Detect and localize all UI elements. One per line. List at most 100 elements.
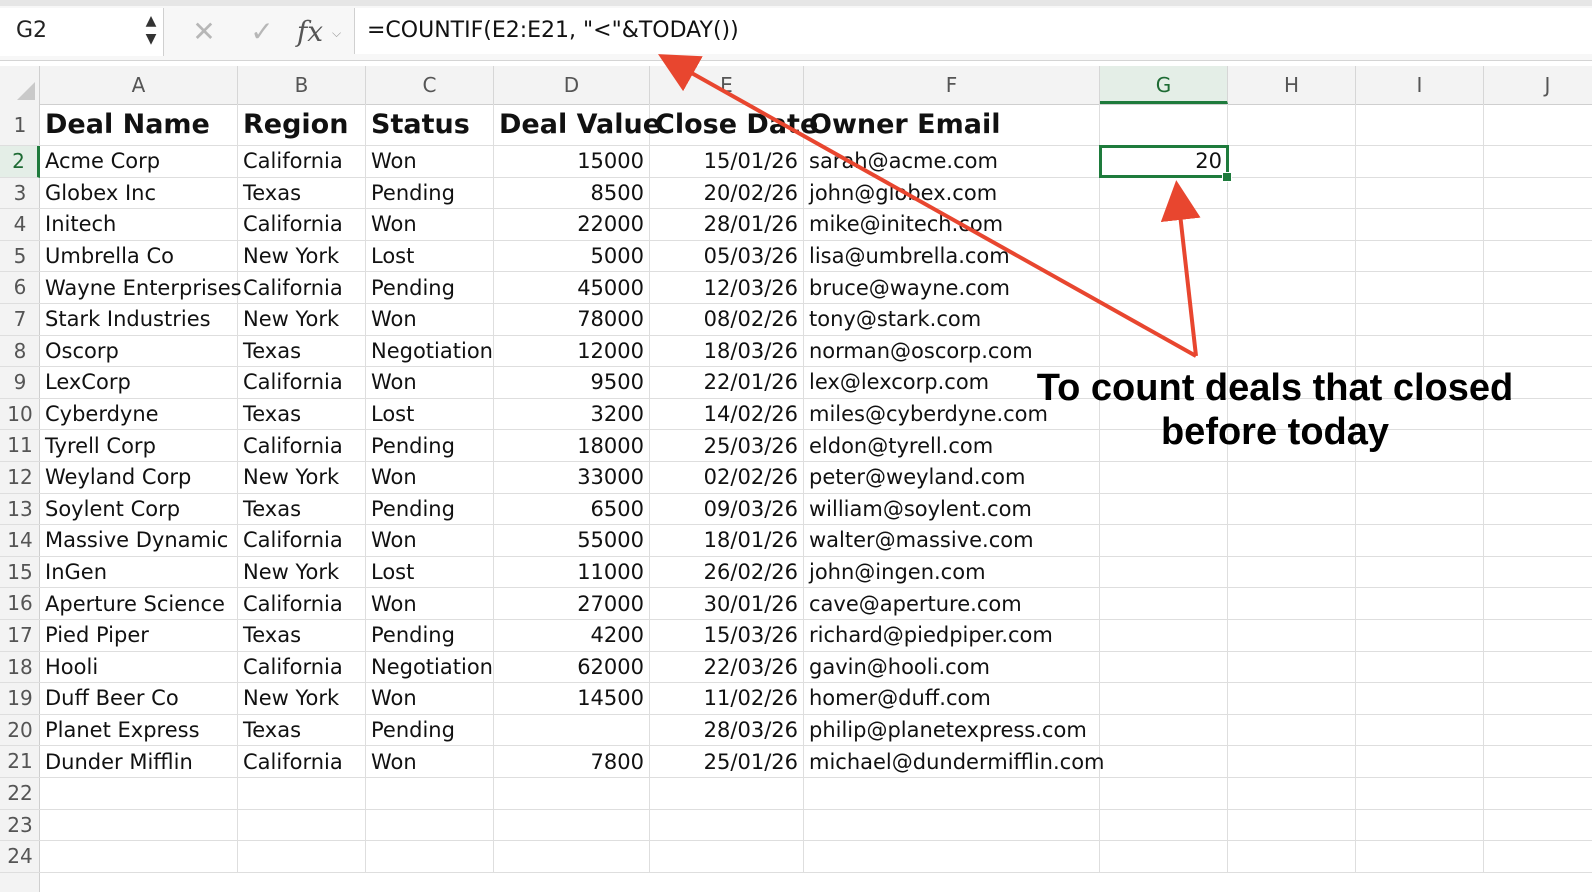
cell-f20[interactable]: philip@planetexpress.com [804, 714, 1100, 746]
cell-b10[interactable]: Texas [238, 398, 366, 430]
row-header-10[interactable]: 10 [0, 399, 40, 431]
cell-j6[interactable] [1484, 272, 1592, 303]
cell-d23[interactable] [494, 809, 650, 841]
cell-a24[interactable] [40, 841, 238, 872]
cell-e14[interactable]: 18/01/26 [650, 525, 804, 556]
cell-j19[interactable] [1484, 683, 1592, 714]
column-header-i[interactable]: I [1356, 66, 1484, 104]
cell-h20[interactable] [1228, 714, 1356, 746]
formula-input[interactable]: =COUNTIF(E2:E21, "<"&TODAY()) [354, 8, 1592, 54]
cell-j13[interactable] [1484, 494, 1592, 525]
cell-c19[interactable]: Won [366, 683, 494, 714]
cell-h19[interactable] [1228, 683, 1356, 714]
cell-b17[interactable]: Texas [238, 620, 366, 651]
cell-b8[interactable]: Texas [238, 335, 366, 367]
row-header-1[interactable]: 1 [0, 104, 40, 146]
column-header-j[interactable]: J [1484, 66, 1592, 104]
cell-d20[interactable] [494, 714, 650, 746]
cell-e18[interactable]: 22/03/26 [650, 651, 804, 683]
select-all-corner[interactable] [0, 66, 40, 104]
cell-b4[interactable]: California [238, 209, 366, 240]
cell-c21[interactable]: Won [366, 746, 494, 777]
cell-c23[interactable] [366, 809, 494, 841]
row-header-4[interactable]: 4 [0, 209, 40, 241]
cell-a15[interactable]: InGen [40, 556, 238, 588]
cell-f3[interactable]: john@globex.com [804, 177, 1100, 209]
column-header-h[interactable]: H [1228, 66, 1356, 104]
cell-i12[interactable] [1356, 462, 1484, 493]
cell-d4[interactable]: 22000 [494, 209, 650, 240]
row-header-19[interactable]: 19 [0, 683, 40, 715]
cell-c4[interactable]: Won [366, 209, 494, 240]
cell-a10[interactable]: Cyberdyne [40, 398, 238, 430]
cell-c8[interactable]: Negotiation [366, 335, 494, 367]
row-header-12[interactable]: 12 [0, 462, 40, 494]
cell-j14[interactable] [1484, 525, 1592, 556]
cell-h23[interactable] [1228, 809, 1356, 841]
cell-d11[interactable]: 18000 [494, 430, 650, 461]
cell-b5[interactable]: New York [238, 240, 366, 272]
cell-f6[interactable]: bruce@wayne.com [804, 272, 1100, 303]
cell-e24[interactable] [650, 841, 804, 872]
cell-j18[interactable] [1484, 652, 1592, 683]
column-header-a[interactable]: A [40, 66, 238, 104]
cell-a17[interactable]: Pied Piper [40, 620, 238, 651]
cell-g13[interactable] [1100, 493, 1228, 525]
cell-h17[interactable] [1228, 620, 1356, 651]
cell-a3[interactable]: Globex Inc [40, 177, 238, 209]
cell-b21[interactable]: California [238, 746, 366, 777]
cell-a4[interactable]: Initech [40, 209, 238, 240]
row-header-9[interactable]: 9 [0, 367, 40, 399]
cell-h2[interactable] [1228, 146, 1356, 177]
cell-i20[interactable] [1356, 714, 1484, 746]
cell-e19[interactable]: 11/02/26 [650, 683, 804, 714]
cell-h1[interactable] [1228, 104, 1356, 145]
cell-d18[interactable]: 62000 [494, 651, 650, 683]
row-header-15[interactable]: 15 [0, 557, 40, 589]
cell-h13[interactable] [1228, 493, 1356, 525]
cell-f24[interactable] [804, 841, 1100, 872]
cell-c2[interactable]: Won [366, 146, 494, 177]
cell-g15[interactable] [1100, 556, 1228, 588]
column-header-f[interactable]: F [804, 66, 1100, 104]
cell-d16[interactable]: 27000 [494, 588, 650, 619]
cell-a7[interactable]: Stark Industries [40, 304, 238, 335]
cell-i6[interactable] [1356, 272, 1484, 303]
cell-d21[interactable]: 7800 [494, 746, 650, 777]
row-header-16[interactable]: 16 [0, 588, 40, 620]
cell-g20[interactable] [1100, 714, 1228, 746]
cell-c14[interactable]: Won [366, 525, 494, 556]
cell-e7[interactable]: 08/02/26 [650, 304, 804, 335]
cell-c7[interactable]: Won [366, 304, 494, 335]
cell-j23[interactable] [1484, 810, 1592, 841]
row-header-23[interactable]: 23 [0, 810, 40, 842]
cell-a12[interactable]: Weyland Corp [40, 462, 238, 493]
cell-d9[interactable]: 9500 [494, 367, 650, 398]
cell-i18[interactable] [1356, 651, 1484, 683]
cell-g7[interactable] [1100, 304, 1228, 335]
cell-d17[interactable]: 4200 [494, 620, 650, 651]
cell-i23[interactable] [1356, 809, 1484, 841]
row-header-11[interactable]: 11 [0, 430, 40, 462]
cell-e17[interactable]: 15/03/26 [650, 620, 804, 651]
cell-j1[interactable] [1484, 104, 1592, 145]
cell-i15[interactable] [1356, 556, 1484, 588]
column-header-e[interactable]: E [650, 66, 804, 104]
cell-g8[interactable] [1100, 335, 1228, 367]
cell-f21[interactable]: michael@dundermifflin.com [804, 746, 1105, 777]
cell-h8[interactable] [1228, 335, 1356, 367]
cell-g6[interactable] [1100, 272, 1228, 303]
cell-a11[interactable]: Tyrell Corp [40, 430, 238, 461]
cell-b12[interactable]: New York [238, 462, 366, 493]
cell-g17[interactable] [1100, 620, 1228, 651]
cell-j2[interactable] [1484, 146, 1592, 177]
row-header-13[interactable]: 13 [0, 494, 40, 526]
row-header-5[interactable]: 5 [0, 241, 40, 273]
cancel-icon[interactable]: ✕ [186, 12, 222, 52]
cell-g22[interactable] [1100, 778, 1228, 809]
row-header-3[interactable]: 3 [0, 178, 40, 210]
cell-f22[interactable] [804, 778, 1100, 809]
row-header-22[interactable]: 22 [0, 778, 40, 810]
cell-b13[interactable]: Texas [238, 493, 366, 525]
cell-b20[interactable]: Texas [238, 714, 366, 746]
